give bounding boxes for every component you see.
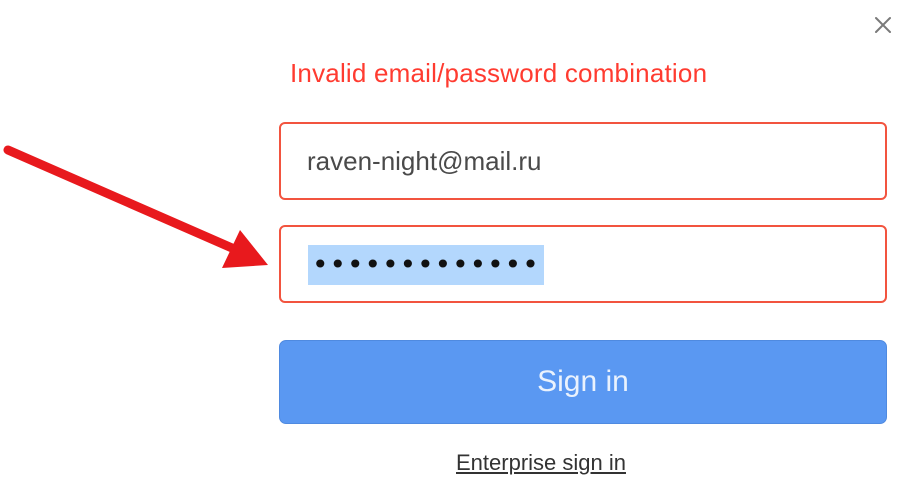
error-message: Invalid email/password combination — [290, 58, 708, 88]
close-icon — [875, 17, 891, 33]
password-masked-value: ••••••••••••• — [308, 245, 544, 285]
password-field[interactable]: ••••••••••••• — [279, 225, 887, 303]
sign-in-button[interactable]: Sign in — [279, 340, 887, 424]
sign-in-dialog: Invalid email/password combination raven… — [0, 0, 902, 502]
email-value: raven-night@mail.ru — [307, 146, 542, 176]
email-field[interactable]: raven-night@mail.ru — [279, 122, 887, 200]
close-button[interactable] — [868, 10, 898, 40]
enterprise-sign-in-link[interactable]: Enterprise sign in — [456, 450, 626, 476]
